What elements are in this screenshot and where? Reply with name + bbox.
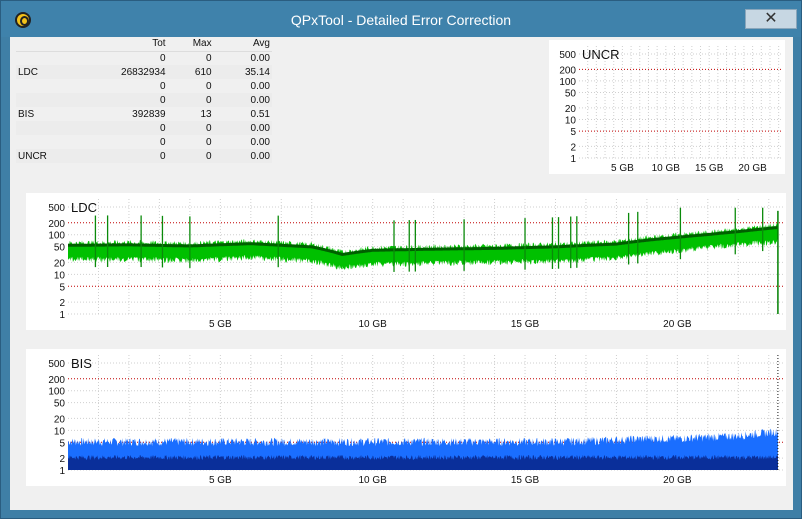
y-tick-label: 50 bbox=[54, 399, 66, 410]
stats-label: LDC bbox=[16, 65, 70, 79]
stats-value: 0 bbox=[206, 80, 212, 92]
y-tick-label: 100 bbox=[48, 231, 65, 242]
stats-value: 0 bbox=[70, 93, 168, 107]
y-tick-label: 2 bbox=[570, 142, 576, 153]
x-tick-label: 20 GB bbox=[663, 475, 692, 486]
y-tick-label: 10 bbox=[54, 270, 66, 281]
stats-row: 0 0 0.00 bbox=[16, 135, 272, 149]
y-tick-label: 50 bbox=[565, 89, 577, 100]
stats-label bbox=[16, 79, 70, 93]
stats-value: 35.14 bbox=[213, 65, 272, 79]
stats-label: BIS bbox=[18, 108, 35, 120]
y-tick-label: 500 bbox=[48, 359, 65, 370]
stats-value: 0.00 bbox=[250, 80, 270, 92]
stats-value: 0.00 bbox=[250, 52, 270, 64]
stats-label bbox=[16, 51, 70, 65]
x-tick-label: 10 GB bbox=[359, 475, 388, 486]
stats-header: Tot bbox=[70, 37, 168, 52]
stats-header: Avg bbox=[213, 37, 272, 52]
ldc-chart-svg: 5002001005020105215 GB 10 GB 15 GB 20 GBLDC bbox=[48, 199, 784, 330]
stats-value: 13 bbox=[200, 108, 212, 120]
x-tick-label: 5 GB bbox=[611, 163, 634, 174]
stats-value: 0 bbox=[70, 121, 168, 135]
x-tick-label: 20 GB bbox=[663, 319, 692, 330]
stats-value: 0.00 bbox=[213, 93, 272, 107]
stats-table: Tot Max Avg 0 0 0.00 LDC 26832934 610 35.14 0 0 0.00… bbox=[16, 37, 276, 163]
y-tick-label: 200 bbox=[48, 219, 65, 230]
stats-value: 0.00 bbox=[213, 149, 272, 163]
close-button[interactable]: ✕ bbox=[745, 9, 797, 29]
stats-row: UNCR 0 0 0.00 bbox=[16, 149, 272, 163]
y-tick-label: 500 bbox=[559, 50, 576, 61]
x-tick-label: 15 GB bbox=[511, 319, 540, 330]
x-tick-label: 15 GB bbox=[695, 163, 724, 174]
stats-label bbox=[16, 121, 70, 135]
bis-chart: 500 200 100 50 20 10 5 2 1 5 GB 10 GB 15 GB 20 GB BIS bbox=[26, 349, 786, 486]
y-tick-label: 1 bbox=[570, 154, 576, 165]
stats-value: 0 bbox=[206, 136, 212, 148]
bis-chart-svg: 5002001005020105215 GB 10 GB 15 GB 20 GBBIS bbox=[48, 355, 784, 486]
y-tick-label: 5 bbox=[59, 282, 65, 293]
y-tick-label: 200 bbox=[48, 375, 65, 386]
stats-header bbox=[16, 37, 70, 52]
uncr-chart-svg: 5002001005020105215 GB 10 GB 15 GB 20 GBUNC… bbox=[559, 46, 783, 174]
stats-value: 0 bbox=[167, 121, 214, 135]
y-tick-label: 1 bbox=[59, 466, 65, 477]
stats-row: LDC 26832934 610 35.14 bbox=[16, 65, 272, 79]
stats-value: 0 bbox=[167, 149, 214, 163]
y-tick-label: 10 bbox=[54, 426, 66, 437]
y-tick-label: 50 bbox=[54, 243, 66, 254]
stats-label bbox=[16, 135, 70, 149]
client-area: Tot Max Avg 0 0 0.00 LDC 26832934 610 35.14 0 0 0.00… bbox=[10, 37, 793, 510]
y-tick-label: 2 bbox=[59, 298, 65, 309]
main-window: QPxTool - Detailed Error Correction ✕ To… bbox=[0, 0, 802, 519]
stats-value: 0 bbox=[70, 149, 168, 163]
ldc-chart-title: LDC bbox=[71, 200, 97, 215]
y-tick-label: 20 bbox=[54, 414, 66, 425]
stats-value: 610 bbox=[167, 65, 214, 79]
y-tick-label: 5 bbox=[59, 438, 65, 449]
bis-chart-title: BIS bbox=[71, 356, 92, 371]
stats-value: 0 bbox=[159, 136, 166, 148]
x-tick-label: 10 GB bbox=[359, 319, 388, 330]
y-tick-label: 100 bbox=[48, 387, 65, 398]
x-tick-label: 5 GB bbox=[209, 475, 232, 486]
title-bar[interactable]: QPxTool - Detailed Error Correction ✕ bbox=[1, 1, 801, 37]
ldc-chart: 500 200 100 50 20 10 5 2 1 5 GB 10 GB 15 GB 20 GB LDC bbox=[26, 193, 786, 330]
y-tick-label: 500 bbox=[48, 203, 65, 214]
y-tick-label: 100 bbox=[559, 77, 576, 88]
stats-value: 0.51 bbox=[250, 108, 270, 120]
stats-row: 0 0 0.00 bbox=[16, 79, 272, 93]
x-tick-label: 10 GB bbox=[652, 163, 681, 174]
uncr-chart-title: UNCR bbox=[582, 47, 620, 62]
x-tick-label: 5 GB bbox=[209, 319, 232, 330]
stats-label bbox=[16, 93, 70, 107]
y-tick-label: 200 bbox=[559, 65, 576, 76]
y-tick-label: 1 bbox=[59, 310, 65, 321]
stats-row: BIS 392839 13 0.51 bbox=[16, 107, 272, 121]
y-tick-label: 20 bbox=[54, 258, 66, 269]
stats-row: 0 0 0.00 bbox=[16, 51, 272, 65]
stats-value: 0 bbox=[206, 52, 212, 64]
stats-value: 0 bbox=[159, 80, 166, 92]
stats-row: 0 0 0.00 bbox=[16, 93, 272, 107]
stats-value: 392839 bbox=[132, 108, 166, 120]
stats-row: 0 0 0.00 bbox=[16, 121, 272, 135]
x-tick-label: 15 GB bbox=[511, 475, 540, 486]
y-tick-label: 2 bbox=[59, 454, 65, 465]
stats-label: UNCR bbox=[16, 149, 70, 163]
stats-value: 0.00 bbox=[213, 121, 272, 135]
y-tick-label: 20 bbox=[565, 104, 577, 115]
y-tick-label: 5 bbox=[570, 127, 576, 138]
stats-value: 0.00 bbox=[250, 136, 270, 148]
y-tick-label: 10 bbox=[565, 115, 577, 126]
stats-value: 0 bbox=[167, 93, 214, 107]
x-tick-label: 20 GB bbox=[738, 163, 767, 174]
window-title: QPxTool - Detailed Error Correction bbox=[290, 12, 512, 28]
uncr-chart: 500 200 100 50 20 10 5 2 1 5 GB 10 GB 15 GB 20 GB UNC… bbox=[549, 40, 785, 174]
stats-value: 26832934 bbox=[70, 65, 168, 79]
stats-header: Max bbox=[167, 37, 214, 52]
stats-value: 0 bbox=[159, 52, 166, 64]
